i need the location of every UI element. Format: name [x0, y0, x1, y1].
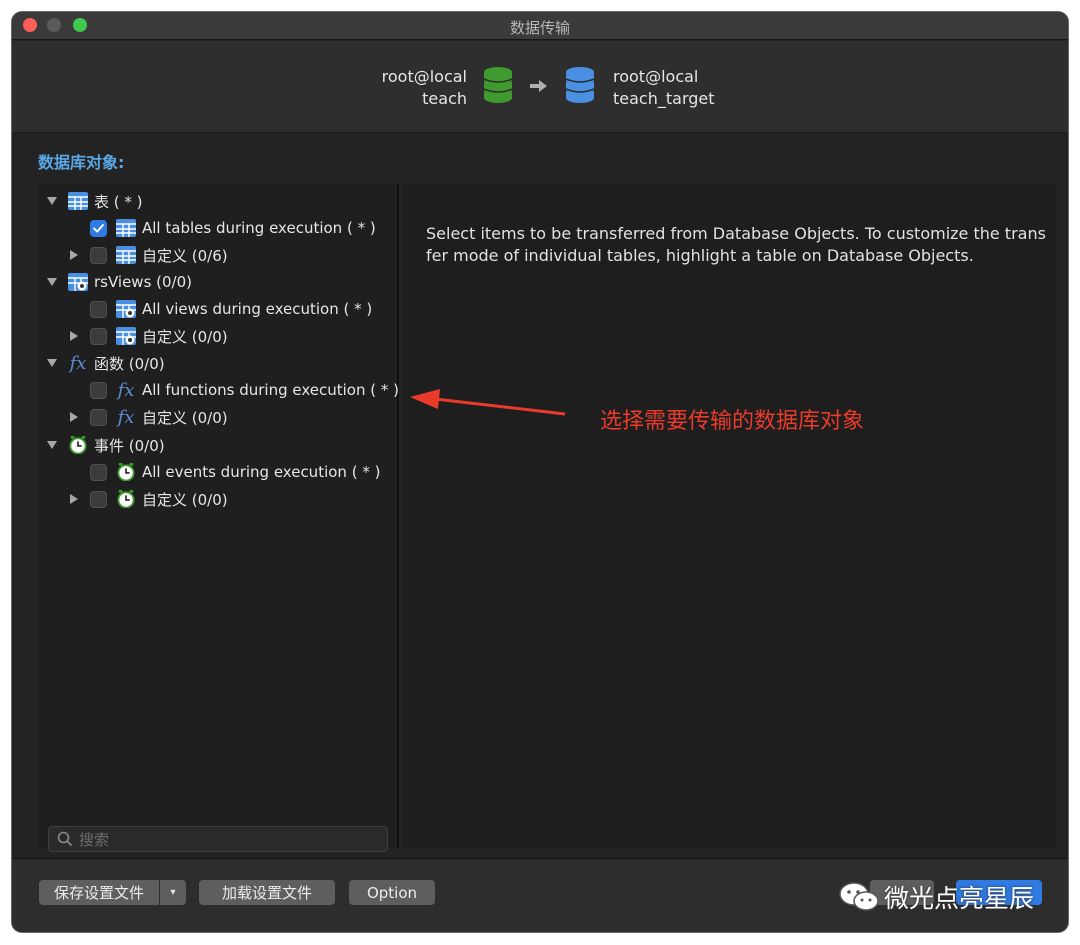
source-connection: root@local	[381, 67, 467, 86]
tree-item-label: All events during execution ( * )	[142, 463, 381, 481]
checkbox-unchecked[interactable]	[90, 327, 107, 345]
tree-item-custom-functions[interactable]: fx 自定义 (0/0)	[68, 406, 228, 428]
target-database: teach_target	[613, 89, 715, 108]
function-icon: fx	[69, 352, 87, 374]
tree-search-field[interactable]: 搜索	[48, 826, 388, 852]
tree-item-all-functions[interactable]: fx All functions during execution ( * )	[90, 379, 399, 401]
watermark: 微光点亮星辰	[838, 878, 1034, 916]
table-icon	[68, 192, 88, 210]
tree-group-label: 事件 (0/0)	[94, 436, 165, 455]
checkbox-unchecked[interactable]	[90, 381, 107, 399]
data-transfer-window: 数据传输 root@local teach root@local teach_t…	[12, 12, 1068, 932]
table-icon	[116, 219, 136, 237]
view-icon	[116, 327, 136, 345]
disclosure-collapsed-icon[interactable]	[68, 249, 80, 261]
tree-item-label: All tables during execution ( * )	[142, 219, 376, 237]
source-database: teach	[422, 89, 467, 108]
checkbox-unchecked[interactable]	[90, 463, 107, 481]
clock-icon	[117, 490, 135, 508]
tree-item-label: 自定义 (0/0)	[142, 408, 228, 427]
table-icon	[116, 246, 136, 264]
tree-group-label: rsViews (0/0)	[94, 273, 193, 291]
tree-item-all-tables[interactable]: All tables during execution ( * )	[90, 217, 376, 239]
clock-icon	[117, 463, 135, 481]
target-database-icon	[565, 67, 595, 103]
wechat-logo-icon	[839, 882, 879, 911]
tree-item-custom-events[interactable]: 自定义 (0/0)	[68, 488, 228, 510]
target-connection: root@local	[613, 67, 699, 86]
disclosure-expanded-icon[interactable]	[46, 195, 58, 207]
source-info: root@local teach	[382, 66, 467, 110]
disclosure-expanded-icon[interactable]	[46, 439, 58, 451]
disclosure-collapsed-icon[interactable]	[68, 330, 80, 342]
watermark-text: 微光点亮星辰	[884, 884, 1035, 913]
disclosure-collapsed-icon[interactable]	[68, 493, 80, 505]
annotation-text: 选择需要传输的数据库对象	[600, 409, 865, 434]
tree-group-label: 函数 (0/0)	[94, 354, 165, 373]
search-icon	[57, 831, 73, 847]
tree-group-views[interactable]: rsViews (0/0)	[46, 271, 192, 293]
checkbox-unchecked[interactable]	[90, 246, 107, 264]
tree-group-events[interactable]: 事件 (0/0)	[46, 434, 165, 456]
tree-item-custom-views[interactable]: 自定义 (0/0)	[68, 325, 228, 347]
option-button[interactable]: Option	[349, 880, 435, 905]
tree-item-custom-tables[interactable]: 自定义 (0/6)	[68, 244, 228, 266]
tree-group-functions[interactable]: fx 函数 (0/0)	[46, 352, 165, 374]
database-objects-label: 数据库对象:	[38, 153, 125, 172]
disclosure-collapsed-icon[interactable]	[68, 411, 80, 423]
view-icon	[116, 300, 136, 318]
save-profile-dropdown-button[interactable]: ▾	[160, 880, 186, 905]
target-info: root@local teach_target	[613, 66, 715, 110]
function-icon: fx	[117, 379, 135, 401]
checkbox-unchecked[interactable]	[90, 490, 107, 508]
tree-item-label: All views during execution ( * )	[142, 300, 373, 318]
tree-item-all-views[interactable]: All views during execution ( * )	[90, 298, 372, 320]
save-profile-button[interactable]: 保存设置文件	[39, 880, 159, 905]
checkbox-unchecked[interactable]	[90, 408, 107, 426]
tree-item-all-events[interactable]: All events during execution ( * )	[90, 461, 380, 483]
disclosure-expanded-icon[interactable]	[46, 276, 58, 288]
tree-item-label: 自定义 (0/0)	[142, 327, 228, 346]
function-icon: fx	[117, 406, 135, 428]
tree-item-label: 自定义 (0/0)	[142, 490, 228, 509]
search-placeholder: 搜索	[79, 830, 110, 849]
tree-group-label: 表 ( * )	[94, 192, 143, 211]
tree-group-tables[interactable]: 表 ( * )	[46, 190, 143, 212]
source-database-icon	[483, 67, 513, 103]
transfer-detail-panel: Select items to be transferred from Data…	[402, 184, 1056, 848]
window-title: 数据传输	[509, 19, 570, 37]
view-icon	[68, 273, 88, 291]
checkbox-unchecked[interactable]	[90, 300, 107, 318]
checkbox-checked[interactable]	[90, 219, 107, 237]
tree-item-label: 自定义 (0/6)	[142, 246, 228, 265]
instruction-text: Select items to be transferred from Data…	[426, 224, 1046, 265]
title-bar: 数据传输	[12, 12, 1068, 40]
clock-icon	[69, 436, 87, 454]
tree-item-label: All functions during execution ( * )	[142, 381, 399, 399]
disclosure-expanded-icon[interactable]	[46, 357, 58, 369]
load-profile-button[interactable]: 加载设置文件	[199, 880, 335, 905]
transfer-header: root@local teach root@local teach_target	[12, 41, 1068, 133]
database-objects-tree: 表 ( * ) All tables during execution ( * …	[38, 184, 399, 852]
transfer-arrow-icon	[530, 80, 547, 92]
